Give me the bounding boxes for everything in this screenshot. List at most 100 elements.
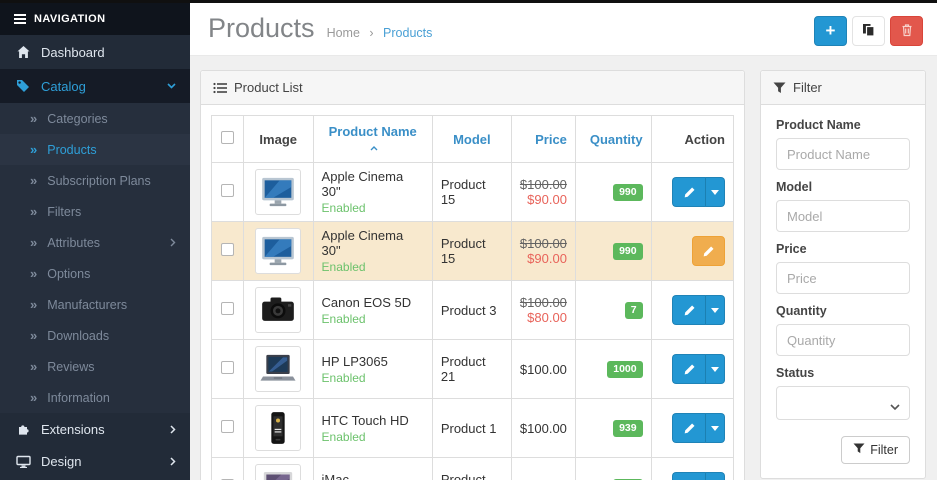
filter-product-name-input[interactable] — [776, 138, 910, 170]
product-table: Image Product Name Model Price Quantity … — [211, 115, 734, 480]
sidebar-item-manufacturers[interactable]: » Manufacturers — [0, 289, 190, 320]
price-old: $100.00 — [520, 295, 567, 310]
toolbar: + — [814, 13, 925, 46]
panel-title: Product List — [234, 80, 303, 95]
sidebar-item-options[interactable]: » Options — [0, 258, 190, 289]
product-image-hp-laptop — [255, 346, 301, 392]
quantity-badge: 1000 — [607, 361, 642, 378]
quantity-badge: 939 — [613, 420, 643, 437]
sidebar-item-label: Catalog — [41, 79, 86, 94]
edit-button[interactable] — [672, 295, 705, 325]
delete-button[interactable] — [890, 16, 923, 46]
edit-dropdown-caret[interactable] — [705, 354, 725, 384]
edit-dropdown-caret[interactable] — [705, 177, 725, 207]
breadcrumb-products[interactable]: Products — [383, 26, 432, 40]
filter-status-select[interactable] — [776, 386, 910, 420]
double-angle-icon: » — [30, 328, 37, 343]
sidebar-item-information[interactable]: » Information — [0, 382, 190, 413]
filter-funnel-icon — [773, 82, 786, 94]
double-angle-icon: » — [30, 359, 37, 374]
quantity-badge: 990 — [613, 243, 643, 260]
copy-icon — [862, 23, 875, 40]
sidebar-item-label: Filters — [47, 205, 81, 219]
table-row: Canon EOS 5D Enabled Product 3 $100.00 $… — [212, 281, 734, 340]
filter-label-price: Price — [776, 242, 910, 256]
sidebar-item-dashboard[interactable]: Dashboard — [0, 35, 190, 69]
row-checkbox[interactable] — [221, 361, 234, 374]
column-header-product-name[interactable]: Product Name — [329, 124, 417, 139]
caret-up-icon — [370, 146, 378, 151]
sidebar-item-reviews[interactable]: » Reviews — [0, 351, 190, 382]
product-status: Enabled — [322, 371, 424, 385]
tag-icon — [14, 79, 32, 93]
column-header-price[interactable]: Price — [535, 132, 567, 147]
filter-button[interactable]: Filter — [841, 436, 910, 464]
product-model: Product 21 — [432, 340, 511, 399]
double-angle-icon: » — [30, 235, 37, 250]
sidebar-item-label: Options — [47, 267, 90, 281]
select-all-checkbox[interactable] — [221, 131, 234, 144]
sidebar-item-label: Subscription Plans — [47, 174, 151, 188]
edit-button[interactable] — [672, 354, 705, 384]
price-current: $90.00 — [520, 192, 567, 207]
sidebar-item-catalog[interactable]: Catalog — [0, 69, 190, 103]
filter-heading: Filter — [761, 71, 925, 105]
add-product-button[interactable]: + — [814, 16, 847, 46]
main-content: Products Home › Products + — [190, 3, 937, 480]
copy-button[interactable] — [852, 16, 885, 46]
row-checkbox[interactable] — [221, 184, 234, 197]
sidebar-item-design[interactable]: Design — [0, 445, 190, 477]
edit-dropdown-caret[interactable] — [705, 413, 725, 443]
sidebar-item-extensions[interactable]: Extensions — [0, 413, 190, 445]
edit-button[interactable] — [672, 472, 705, 480]
edit-dropdown-caret[interactable] — [705, 472, 725, 480]
column-header-quantity[interactable]: Quantity — [590, 132, 643, 147]
product-name: iMac — [322, 472, 424, 480]
table-row: HP LP3065 Enabled Product 21 $100.00 100… — [212, 340, 734, 399]
edit-button[interactable] — [672, 177, 705, 207]
sidebar-item-products[interactable]: » Products — [0, 134, 190, 165]
column-header-model[interactable]: Model — [453, 132, 491, 147]
edit-button[interactable] — [672, 413, 705, 443]
sidebar-item-attributes[interactable]: » Attributes — [0, 227, 190, 258]
menu-icon — [14, 12, 26, 26]
filter-model-input[interactable] — [776, 200, 910, 232]
double-angle-icon: » — [30, 173, 37, 188]
product-image-apple-cinema — [255, 228, 301, 274]
chevron-right-icon — [170, 238, 176, 247]
double-angle-icon: » — [30, 266, 37, 281]
product-model: Product 3 — [432, 281, 511, 340]
sidebar-item-label: Categories — [47, 112, 107, 126]
row-checkbox[interactable] — [221, 302, 234, 315]
sidebar-item-subscription-plans[interactable]: » Subscription Plans — [0, 165, 190, 196]
breadcrumb-home[interactable]: Home — [327, 26, 360, 40]
chevron-right-icon — [170, 457, 176, 466]
double-angle-icon: » — [30, 390, 37, 405]
table-row-highlighted: Apple Cinema 30" Enabled Product 15 $100… — [212, 222, 734, 281]
table-header-row: Image Product Name Model Price Quantity … — [212, 116, 734, 163]
quantity-badge: 990 — [613, 184, 643, 201]
list-icon — [213, 82, 227, 94]
filter-quantity-input[interactable] — [776, 324, 910, 356]
product-name: Apple Cinema 30" — [322, 169, 424, 199]
price-current: $80.00 — [520, 310, 567, 325]
product-status: Enabled — [322, 201, 424, 215]
edit-button-active[interactable] — [692, 236, 725, 266]
content-area: Product List Image — [190, 56, 937, 480]
filter-price-input[interactable] — [776, 262, 910, 294]
product-image-htc-phone — [255, 405, 301, 451]
page-header: Products Home › Products + — [190, 3, 937, 56]
sidebar-item-label: Manufacturers — [47, 298, 127, 312]
double-angle-icon: » — [30, 142, 37, 157]
price-current: $100.00 — [520, 362, 567, 377]
monitor-icon — [14, 455, 32, 468]
sidebar-item-filters[interactable]: » Filters — [0, 196, 190, 227]
sidebar-item-categories[interactable]: » Categories — [0, 103, 190, 134]
row-checkbox[interactable] — [221, 243, 234, 256]
panel-title: Filter — [793, 80, 822, 95]
sidebar-item-downloads[interactable]: » Downloads — [0, 320, 190, 351]
row-checkbox[interactable] — [221, 420, 234, 433]
filter-button-label: Filter — [870, 443, 898, 457]
edit-dropdown-caret[interactable] — [705, 295, 725, 325]
sidebar-item-label: Dashboard — [41, 45, 105, 60]
